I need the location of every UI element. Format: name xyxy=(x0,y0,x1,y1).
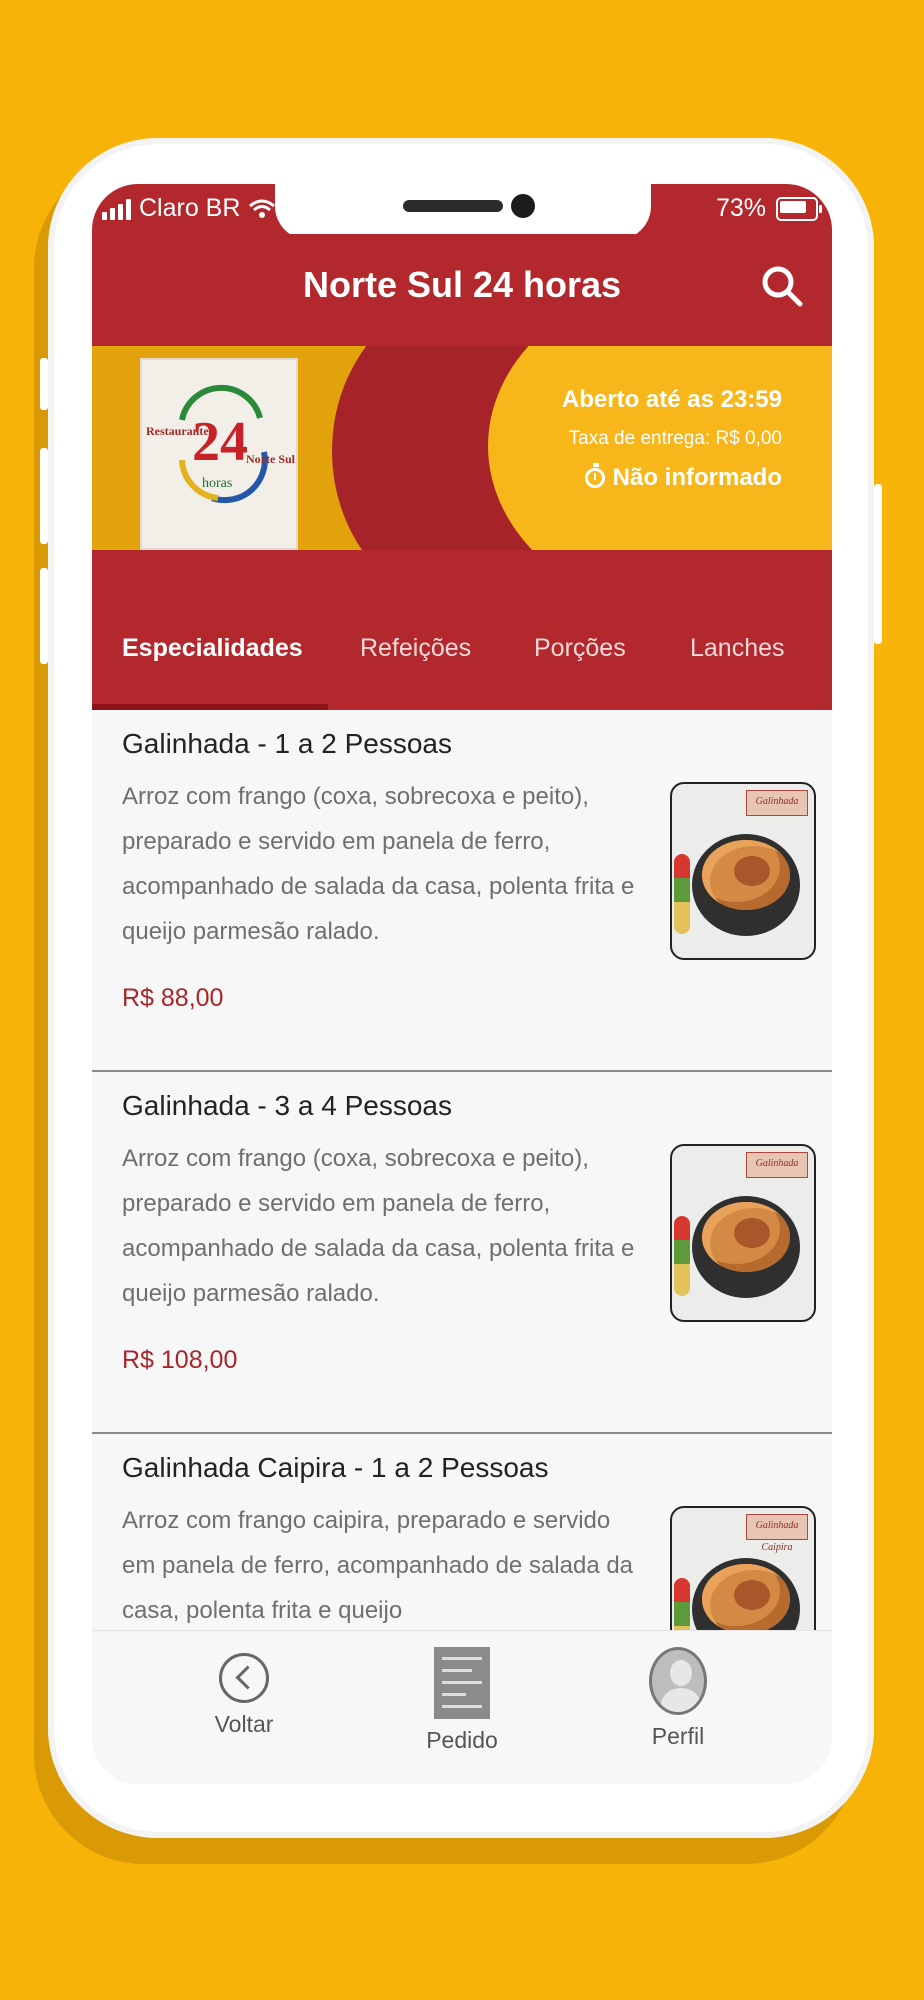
tab-porcoes[interactable]: Porções xyxy=(534,634,626,663)
mute-switch xyxy=(40,358,48,410)
wifi-icon xyxy=(249,199,276,218)
volume-down-button xyxy=(40,568,48,664)
photo-tag: Galinhada xyxy=(746,790,808,816)
power-button xyxy=(874,484,882,644)
order-button[interactable]: Pedido xyxy=(402,1647,522,1754)
bottom-navigation: Voltar Pedido Perfil xyxy=(92,1630,832,1784)
delivery-time: Não informado xyxy=(562,463,782,492)
search-icon[interactable] xyxy=(760,264,804,308)
profile-label: Perfil xyxy=(651,1723,705,1749)
item-title: Galinhada - 3 a 4 Pessoas xyxy=(122,1090,452,1121)
item-title: Galinhada Caipira - 1 a 2 Pessoas xyxy=(122,1452,549,1483)
receipt-icon xyxy=(434,1647,490,1719)
menu-list: Galinhada - 1 a 2 Pessoas Arroz com fran… xyxy=(92,710,832,1630)
app-header: Norte Sul 24 horas xyxy=(92,234,832,346)
carrier-name: Claro BR xyxy=(139,194,241,222)
user-avatar-icon xyxy=(649,1647,707,1715)
restaurant-logo: Restaurante 24 Norte Sul horas xyxy=(140,358,298,550)
restaurant-banner: Restaurante 24 Norte Sul horas Aberto at… xyxy=(92,346,832,550)
item-description: Arroz com frango (coxa, sobrecoxa e peit… xyxy=(122,783,635,945)
logo-text-right: Norte Sul xyxy=(246,452,295,466)
stopwatch-icon xyxy=(584,463,605,488)
menu-item[interactable]: Galinhada - 1 a 2 Pessoas Arroz com fran… xyxy=(92,710,832,1072)
back-button[interactable]: Voltar xyxy=(184,1647,304,1738)
item-description: Arroz com frango caipira, preparado e se… xyxy=(122,1507,634,1624)
chicken-image xyxy=(734,856,770,886)
back-label: Voltar xyxy=(214,1711,274,1737)
front-camera xyxy=(511,194,535,218)
battery-icon xyxy=(776,196,822,221)
delivery-time-value: Não informado xyxy=(612,464,782,491)
battery-percent: 73% xyxy=(715,194,766,222)
signal-icon xyxy=(102,198,131,220)
item-price: R$ 108,00 xyxy=(122,1346,238,1374)
opening-hours: Aberto até as 23:59 xyxy=(561,386,782,413)
item-price: R$ 88,00 xyxy=(122,984,224,1012)
chevron-left-icon xyxy=(219,1653,269,1703)
tab-especialidades[interactable]: Especialidades xyxy=(122,634,303,663)
chicken-image xyxy=(734,1218,770,1248)
speaker-grille xyxy=(403,200,503,212)
garnish-image xyxy=(674,1216,690,1296)
tab-lanches[interactable]: Lanches xyxy=(690,634,785,663)
garnish-image xyxy=(674,854,690,934)
volume-up-button xyxy=(40,448,48,544)
status-left: Claro BR xyxy=(102,194,276,223)
logo-text-bottom: horas xyxy=(202,476,233,491)
item-photo[interactable]: Galinhada Caipira xyxy=(670,1506,816,1630)
delivery-fee: Taxa de entrega: R$ 0,00 xyxy=(568,428,782,449)
item-photo[interactable]: Galinhada xyxy=(670,1144,816,1322)
photo-tag: Galinhada xyxy=(746,1152,808,1178)
item-photo[interactable]: Galinhada xyxy=(670,782,816,960)
restaurant-info: Aberto até as 23:59 Taxa de entrega: R$ … xyxy=(562,386,782,492)
menu-item[interactable]: Galinhada Caipira - 1 a 2 Pessoas Arroz … xyxy=(92,1434,832,1630)
menu-item[interactable]: Galinhada - 3 a 4 Pessoas Arroz com fran… xyxy=(92,1072,832,1434)
tab-refeicoes[interactable]: Refeições xyxy=(360,634,471,663)
phone-notch xyxy=(275,184,651,240)
garnish-image xyxy=(674,1578,690,1630)
status-right: 73% xyxy=(715,194,822,223)
page-title: Norte Sul 24 horas xyxy=(302,264,622,305)
item-description: Arroz com frango (coxa, sobrecoxa e peit… xyxy=(122,1145,635,1307)
logo-number: 24 xyxy=(192,411,248,473)
photo-tag: Galinhada Caipira xyxy=(746,1514,808,1553)
item-title: Galinhada - 1 a 2 Pessoas xyxy=(122,728,452,759)
order-label: Pedido xyxy=(426,1727,498,1753)
profile-button[interactable]: Perfil xyxy=(618,1647,738,1750)
phone-screen: Claro BR 73% Norte Sul 24 horas Restaura… xyxy=(92,184,832,1784)
category-tabs: Especialidades Refeições Porções Lanches xyxy=(92,550,832,710)
chicken-image xyxy=(734,1580,770,1610)
